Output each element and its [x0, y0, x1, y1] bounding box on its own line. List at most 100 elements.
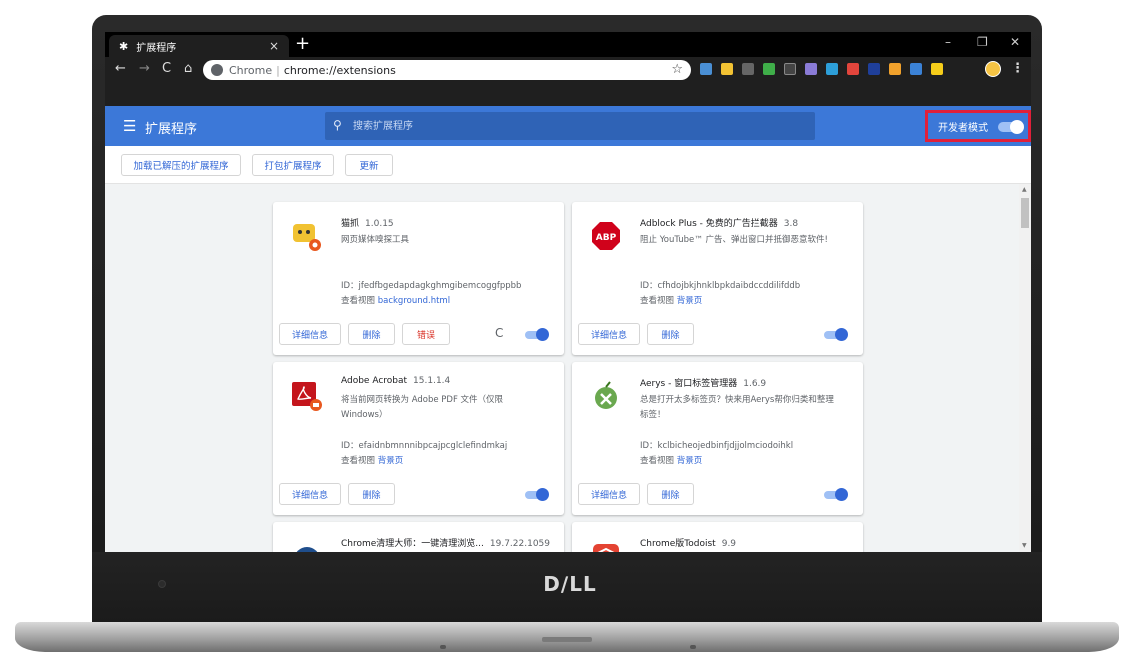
close-window-button[interactable]: ✕: [1010, 35, 1020, 49]
extension-description: 阻止 YouTube™ 广告、弹出窗口并抵御恶意软件!: [640, 235, 828, 245]
developer-mode-toggle[interactable]: [998, 120, 1024, 134]
maximize-button[interactable]: ❐: [977, 35, 988, 49]
remove-button[interactable]: 删除: [348, 483, 395, 505]
search-icon: ⚲: [333, 118, 342, 132]
extension-name: Chrome清理大师：一键清理浏览... 19.7.22.1059: [341, 539, 551, 549]
reload-icon[interactable]: C: [495, 326, 503, 340]
aerys-icon: [595, 381, 617, 409]
forward-button[interactable]: →: [139, 61, 150, 76]
hamburger-menu-icon[interactable]: ☰: [123, 117, 136, 135]
scroll-thumb[interactable]: [1021, 198, 1029, 228]
extension-icon[interactable]: [826, 63, 838, 75]
details-button[interactable]: 详细信息: [578, 323, 640, 345]
extensions-header: ☰ 扩展程序 ⚲ 开发者模式: [105, 106, 1031, 146]
extension-id: ID：jfedfbgedapdagkghmgibemcoggfppbb: [341, 281, 522, 291]
extension-name: Aerys - 窗口标签管理器 1.6.9: [640, 379, 767, 389]
enable-toggle[interactable]: [824, 328, 848, 341]
extension-id: ID：cfhdojbkjhnklbpkdaibdccddilifddb: [640, 281, 801, 291]
tab-extensions[interactable]: ✱ 扩展程序 ×: [109, 35, 289, 57]
extension-card: Adobe Acrobat 15.1.1.4 将当前网页转换为 Adobe PDF…: [273, 362, 564, 515]
view-link[interactable]: 背景页: [677, 296, 703, 306]
tab-title: 扩展程序: [136, 42, 177, 54]
cat-extension-icon: [293, 224, 321, 251]
extension-card: Chrome清理大师：一键清理浏览... 19.7.22.1059: [273, 522, 564, 552]
extensions-list: 猫抓 1.0.15 网页媒体嗅探工具 ID：jfedfbgedapdagkghmg…: [105, 184, 1031, 552]
extension-icon[interactable]: [784, 63, 796, 75]
errors-button[interactable]: 错误: [402, 323, 450, 345]
extension-description: 将当前网页转换为 Adobe PDF 文件（仅限 Windows）: [341, 395, 504, 420]
scroll-down-icon[interactable]: ▼: [1022, 542, 1027, 549]
extension-icon[interactable]: [910, 63, 922, 75]
extension-id: ID：efaidnbmnnnibpcajpcglclefindmkaj: [341, 441, 508, 451]
extension-card: Chrome版Todoist 9.9: [572, 522, 863, 552]
pack-extension-button[interactable]: 打包扩展程序: [252, 154, 334, 176]
url-separator: |: [276, 63, 280, 77]
extension-icon[interactable]: [931, 63, 943, 75]
extension-icon[interactable]: [763, 63, 775, 75]
laptop-foot: [690, 645, 696, 649]
profile-avatar-icon[interactable]: [985, 61, 1001, 77]
dev-toolbar: 加载已解压的扩展程序 打包扩展程序 更新: [105, 146, 1031, 184]
extension-icon[interactable]: [847, 63, 859, 75]
camera-dot: [158, 580, 166, 588]
extension-icon[interactable]: [889, 63, 901, 75]
extension-name: Chrome版Todoist 9.9: [640, 539, 737, 549]
new-tab-button[interactable]: +: [295, 34, 310, 54]
extension-name: Adobe Acrobat 15.1.1.4: [341, 376, 451, 386]
view-link[interactable]: 背景页: [677, 456, 703, 466]
bookmark-star-icon[interactable]: ☆: [671, 62, 683, 77]
reload-button[interactable]: C: [162, 61, 171, 76]
search-input[interactable]: [353, 119, 793, 133]
details-button[interactable]: 详细信息: [279, 323, 341, 345]
extension-icon[interactable]: [721, 63, 733, 75]
details-button[interactable]: 详细信息: [279, 483, 341, 505]
close-tab-icon[interactable]: ×: [269, 39, 279, 53]
extension-id: ID：kclbicheojedbinfjdjjolmciodoihkl: [640, 441, 794, 451]
extension-card: Aerys - 窗口标签管理器 1.6.9 总是打开太多标签页？快来用Aerys帮…: [572, 362, 863, 515]
extension-card: ABP Adblock Plus - 免费的广告拦截器 3.8 阻止 YouTub…: [572, 202, 863, 355]
scrollbar[interactable]: ▲ ▼: [1019, 184, 1031, 552]
extension-icon[interactable]: [805, 63, 817, 75]
laptop-notch: [542, 637, 592, 642]
enable-toggle[interactable]: [525, 328, 549, 341]
remove-button[interactable]: 删除: [647, 323, 694, 345]
remove-button[interactable]: 删除: [348, 323, 395, 345]
abp-icon: ABP: [592, 222, 620, 250]
page-title: 扩展程序: [145, 122, 198, 137]
url-scheme: Chrome: [229, 63, 273, 77]
extension-icon[interactable]: [700, 63, 712, 75]
extension-views: 查看视图 背景页: [640, 456, 703, 466]
minimize-button[interactable]: –: [945, 35, 951, 49]
toggle-knob: [835, 328, 848, 341]
details-button[interactable]: 详细信息: [578, 483, 640, 505]
remove-button[interactable]: 删除: [647, 483, 694, 505]
enable-toggle[interactable]: [525, 488, 549, 501]
back-button[interactable]: ←: [115, 61, 126, 76]
extension-name: Adblock Plus - 免费的广告拦截器 3.8: [640, 219, 799, 229]
url-text: chrome://extensions: [283, 63, 396, 77]
view-link[interactable]: background.html: [378, 296, 450, 306]
extension-card: 猫抓 1.0.15 网页媒体嗅探工具 ID：jfedfbgedapdagkghmg…: [273, 202, 564, 355]
developer-mode-highlight: 开发者模式: [925, 110, 1031, 142]
update-button[interactable]: 更新: [345, 154, 393, 176]
extension-icon[interactable]: [868, 63, 880, 75]
extension-icon[interactable]: [742, 63, 754, 75]
chrome-page-icon: [211, 64, 223, 76]
tab-bar: ✱ 扩展程序 × + – ❐ ✕: [105, 32, 1031, 57]
scroll-up-icon[interactable]: ▲: [1022, 186, 1027, 193]
toggle-knob: [1010, 120, 1024, 134]
extension-name: 猫抓 1.0.15: [341, 219, 394, 229]
brand-logo: D∕LL: [543, 572, 597, 596]
extension-icons: [700, 63, 943, 75]
search-box: ⚲: [325, 112, 815, 140]
menu-icon[interactable]: ⋮: [1011, 61, 1024, 76]
home-button[interactable]: ⌂: [184, 61, 192, 76]
address-bar[interactable]: Chrome | chrome://extensions ☆: [203, 60, 691, 80]
toggle-knob: [835, 488, 848, 501]
laptop-foot: [440, 645, 446, 649]
view-link[interactable]: 背景页: [378, 456, 404, 466]
toggle-knob: [536, 488, 549, 501]
toggle-knob: [536, 328, 549, 341]
load-unpacked-button[interactable]: 加载已解压的扩展程序: [121, 154, 241, 176]
enable-toggle[interactable]: [824, 488, 848, 501]
